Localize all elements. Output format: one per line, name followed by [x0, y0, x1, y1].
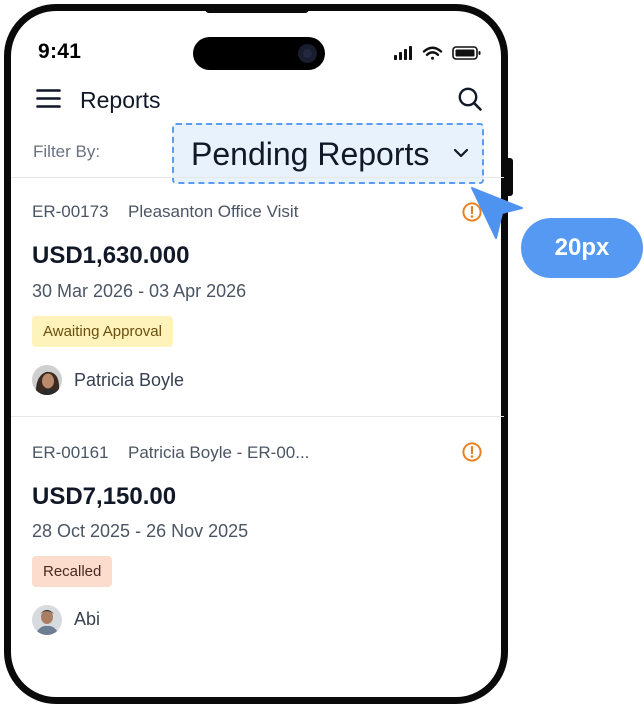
wifi-icon: [422, 46, 443, 60]
status-badge: Awaiting Approval: [32, 316, 173, 347]
report-card[interactable]: ER-00173 Pleasanton Office Visit USD1,63…: [11, 178, 504, 416]
avatar: [32, 605, 62, 635]
battery-icon: [452, 46, 481, 60]
report-id: ER-00161: [32, 443, 109, 462]
report-name: Pleasanton Office Visit: [128, 202, 299, 221]
filter-dropdown[interactable]: Pending Reports: [172, 123, 484, 184]
submitter-name: Patricia Boyle: [74, 370, 185, 390]
report-amount: USD1,630.000: [32, 242, 190, 269]
menu-icon[interactable]: [36, 88, 61, 109]
report-id: ER-00173: [32, 202, 109, 221]
report-dates: 28 Oct 2025 - 26 Nov 2025: [32, 521, 249, 541]
report-name: Patricia Boyle - ER-00...: [128, 443, 310, 462]
camera-icon: [298, 44, 317, 63]
avatar: [32, 365, 62, 395]
signal-icon: [394, 46, 412, 60]
report-card[interactable]: ER-00161 Patricia Boyle - ER-00... USD7,…: [11, 417, 504, 635]
report-dates: 30 Mar 2026 - 03 Apr 2026: [32, 281, 247, 301]
report-amount: USD7,150.00: [32, 483, 177, 510]
search-icon[interactable]: [457, 86, 483, 112]
dynamic-island: [193, 37, 325, 70]
filter-label: Filter By:: [33, 142, 101, 161]
submitter-name: Abi: [74, 609, 101, 629]
phone-top-edge: [205, 4, 309, 13]
status-time: 9:41: [38, 40, 82, 63]
filter-selected-value: Pending Reports: [191, 136, 430, 172]
cursor-arrow-icon: [471, 187, 523, 239]
chevron-down-icon: [453, 148, 469, 158]
page-title: Reports: [80, 87, 161, 113]
warning-icon: [462, 442, 482, 462]
status-icons: [394, 46, 481, 60]
status-badge: Recalled: [32, 556, 113, 587]
size-label-pill: 20px: [521, 218, 643, 278]
